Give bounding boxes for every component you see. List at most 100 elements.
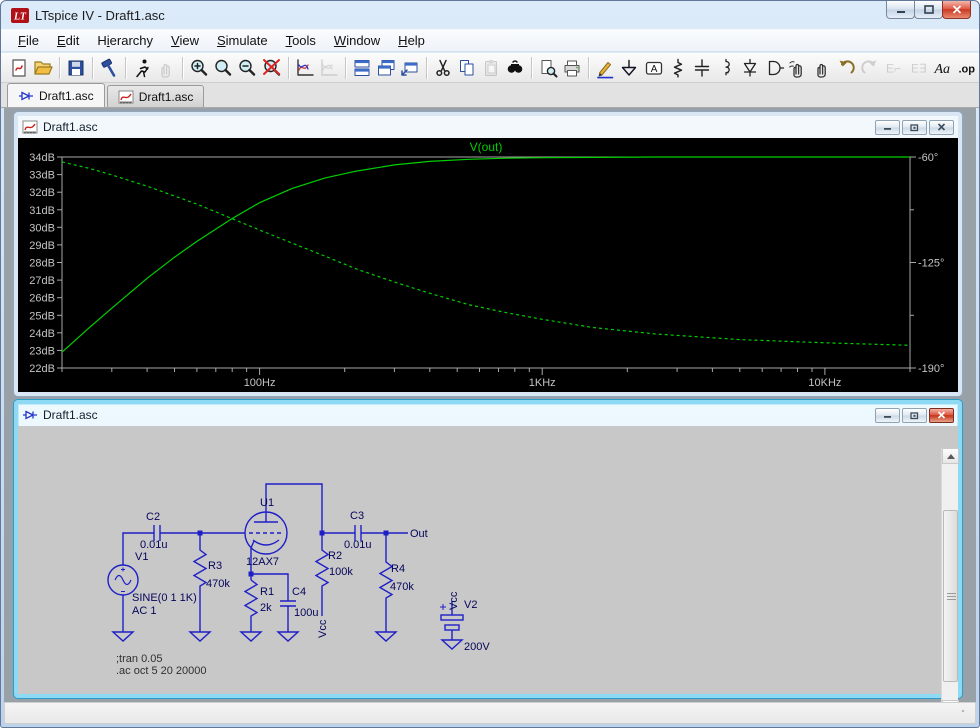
c3-name[interactable]: C3 bbox=[350, 510, 364, 522]
wave-minimize-button[interactable] bbox=[875, 120, 900, 135]
u1-value[interactable]: 12AX7 bbox=[246, 556, 279, 568]
save-button[interactable] bbox=[64, 55, 88, 81]
c3-value[interactable]: 0.01u bbox=[344, 539, 372, 551]
v2-battery-plate-long[interactable] bbox=[441, 615, 463, 620]
ac-directive[interactable]: .ac oct 5 20 20000 bbox=[116, 665, 207, 677]
c4-name[interactable]: C4 bbox=[292, 586, 306, 598]
place-component-button[interactable] bbox=[762, 55, 786, 81]
c2-value[interactable]: 0.01u bbox=[140, 539, 168, 551]
menu-window[interactable]: Window bbox=[325, 31, 389, 50]
zoom-in-button[interactable] bbox=[187, 55, 211, 81]
tile-horizontal-button[interactable] bbox=[350, 55, 374, 81]
tile-vertical-button[interactable] bbox=[374, 55, 398, 81]
r3-name[interactable]: R3 bbox=[208, 560, 222, 572]
maximize-button[interactable] bbox=[914, 1, 943, 19]
schematic-canvas[interactable]: C2 0.01u V1 SINE(0 1 1K) AC 1 R3 470k U1… bbox=[18, 426, 958, 694]
run-simulation-button[interactable] bbox=[130, 55, 154, 81]
v2-value[interactable]: 200V bbox=[464, 641, 490, 653]
c2-name[interactable]: C2 bbox=[146, 511, 160, 523]
r4-name[interactable]: R4 bbox=[391, 563, 405, 575]
cut-button[interactable] bbox=[431, 55, 455, 81]
u1-name[interactable]: U1 bbox=[260, 497, 274, 509]
ground-symbol[interactable] bbox=[190, 632, 210, 641]
schematic-window[interactable]: Draft1.asc bbox=[14, 400, 962, 698]
ground-symbol[interactable] bbox=[442, 640, 462, 649]
wave-restore-button[interactable] bbox=[902, 120, 927, 135]
tran-directive[interactable]: ;tran 0.05 bbox=[116, 653, 162, 665]
menu-simulate[interactable]: Simulate bbox=[208, 31, 277, 50]
waveform-window[interactable]: Draft1.asc 34dB33dB32dB31dB30dB29dB28dB2… bbox=[14, 112, 962, 396]
tab-waveform[interactable]: Draft1.asc bbox=[107, 85, 205, 107]
vcc-net-label[interactable]: Vcc bbox=[317, 619, 329, 638]
minimize-button[interactable] bbox=[886, 1, 915, 19]
v1-name[interactable]: V1 bbox=[135, 551, 148, 563]
wire[interactable] bbox=[266, 484, 322, 531]
place-resistor-button[interactable] bbox=[666, 55, 690, 81]
move-button[interactable] bbox=[786, 55, 810, 81]
zoom-full-extents-button[interactable] bbox=[211, 55, 235, 81]
waveform-plot-area[interactable]: 34dB33dB32dB31dB30dB29dB28dB27dB26dB25dB… bbox=[18, 138, 958, 392]
ground-symbol[interactable] bbox=[376, 632, 396, 641]
undo-button[interactable] bbox=[834, 55, 858, 81]
r1-value[interactable]: 2k bbox=[260, 602, 272, 614]
copy-button[interactable] bbox=[455, 55, 479, 81]
place-inductor-button[interactable] bbox=[714, 55, 738, 81]
r1-resistor[interactable] bbox=[245, 580, 257, 632]
vcc-net-label[interactable]: Vcc bbox=[448, 591, 460, 610]
schem-minimize-button[interactable] bbox=[875, 408, 900, 423]
place-capacitor-button[interactable] bbox=[690, 55, 714, 81]
v1-value2[interactable]: AC 1 bbox=[132, 605, 156, 617]
scroll-thumb[interactable] bbox=[943, 510, 958, 682]
schem-close-button[interactable] bbox=[929, 408, 954, 423]
c4-value[interactable]: 100u bbox=[294, 607, 318, 619]
menu-edit[interactable]: Edit bbox=[48, 31, 88, 50]
menu-file[interactable]: File bbox=[9, 31, 48, 50]
close-button[interactable] bbox=[942, 1, 971, 19]
place-diode-button[interactable] bbox=[738, 55, 762, 81]
drag-button[interactable] bbox=[810, 55, 834, 81]
menu-hierarchy[interactable]: Hierarchy bbox=[88, 31, 162, 50]
cascade-windows-button[interactable] bbox=[398, 55, 422, 81]
resize-grip[interactable] bbox=[960, 708, 973, 721]
r3-value[interactable]: 470k bbox=[206, 578, 230, 590]
r3-resistor[interactable] bbox=[194, 533, 206, 632]
out-net-label[interactable]: Out bbox=[410, 528, 428, 540]
zoom-out-button[interactable] bbox=[235, 55, 259, 81]
schematic-window-titlebar[interactable]: Draft1.asc bbox=[18, 404, 958, 426]
menu-help[interactable]: Help bbox=[389, 31, 434, 50]
ground-symbol[interactable] bbox=[113, 632, 133, 641]
new-schematic-button[interactable] bbox=[7, 55, 31, 81]
undo-zoom-button[interactable] bbox=[260, 55, 284, 81]
scroll-up-button[interactable] bbox=[942, 448, 959, 464]
ground-symbol[interactable] bbox=[241, 632, 261, 641]
waveform-window-titlebar[interactable]: Draft1.asc bbox=[18, 116, 958, 138]
schematic-drawing[interactable]: C2 0.01u V1 SINE(0 1 1K) AC 1 R3 470k U1… bbox=[18, 426, 941, 694]
v2-battery-plate-short[interactable] bbox=[445, 625, 459, 630]
menu-view[interactable]: View bbox=[162, 31, 208, 50]
place-text-button[interactable]: Aa bbox=[931, 55, 955, 81]
draw-wire-button[interactable] bbox=[593, 55, 617, 81]
v2-name[interactable]: V2 bbox=[464, 599, 477, 611]
r4-value[interactable]: 470k bbox=[390, 581, 414, 593]
autorange-plot-button[interactable] bbox=[293, 55, 317, 81]
place-label-button[interactable]: A bbox=[641, 55, 665, 81]
trace-label[interactable]: V(out) bbox=[470, 140, 503, 154]
r2-name[interactable]: R2 bbox=[328, 550, 342, 562]
app-titlebar[interactable]: LT LTspice IV - Draft1.asc bbox=[1, 1, 979, 29]
schem-restore-button[interactable] bbox=[902, 408, 927, 423]
wave-close-button[interactable] bbox=[929, 120, 954, 135]
r1-name[interactable]: R1 bbox=[260, 586, 274, 598]
bode-plot[interactable]: 34dB33dB32dB31dB30dB29dB28dB27dB26dB25dB… bbox=[18, 138, 958, 392]
spice-directive-button[interactable]: .op bbox=[955, 55, 979, 81]
vertical-scrollbar[interactable] bbox=[941, 448, 958, 702]
print-button[interactable] bbox=[560, 55, 584, 81]
ground-symbol[interactable] bbox=[278, 632, 298, 641]
open-file-button[interactable] bbox=[31, 55, 55, 81]
r2-resistor[interactable] bbox=[316, 533, 328, 616]
v1-value[interactable]: SINE(0 1 1K) bbox=[132, 592, 197, 604]
print-preview-button[interactable] bbox=[536, 55, 560, 81]
find-button[interactable] bbox=[503, 55, 527, 81]
control-panel-button[interactable] bbox=[97, 55, 121, 81]
menu-tools[interactable]: Tools bbox=[277, 31, 325, 50]
tab-schematic[interactable]: Draft1.asc bbox=[7, 83, 105, 107]
